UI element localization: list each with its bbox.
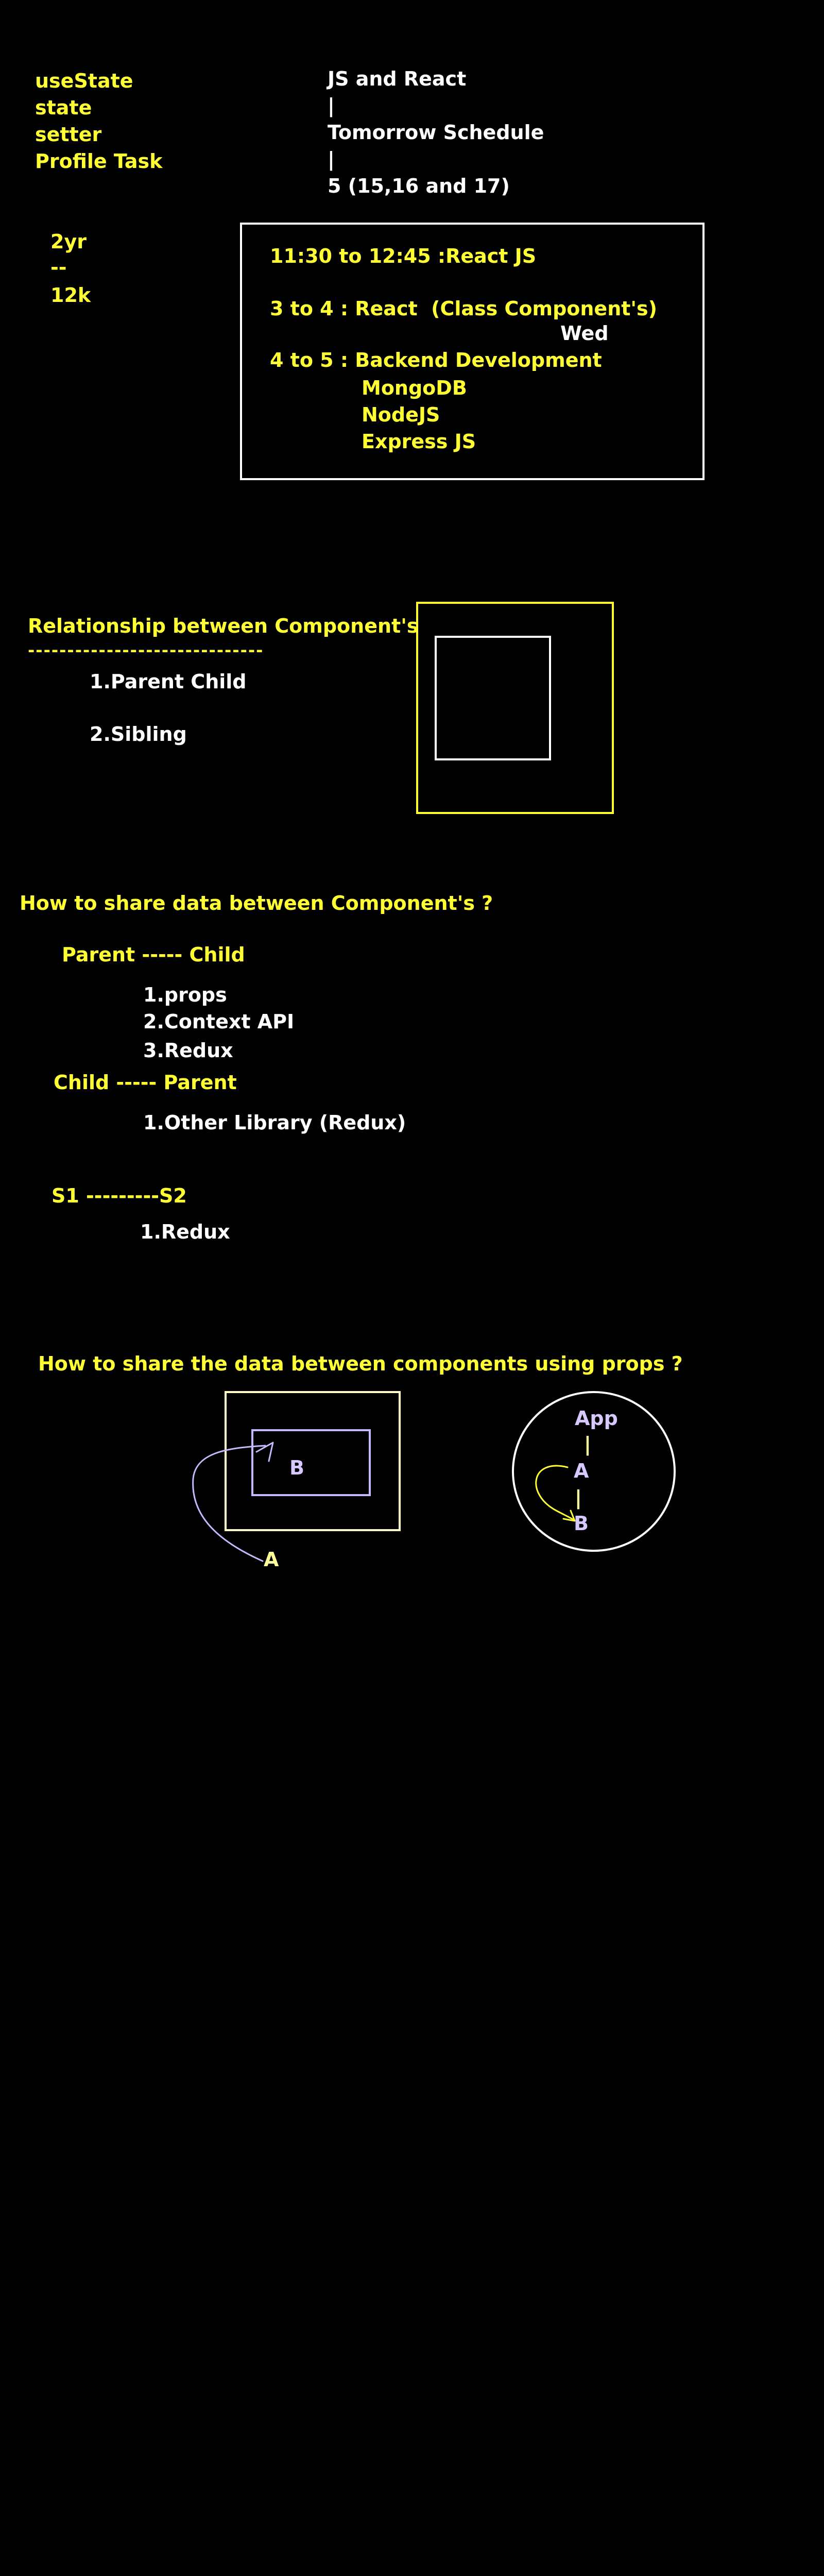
tree-callback-arrow <box>535 1465 575 1521</box>
hand-drawn-annotations <box>192 1442 576 1562</box>
whiteboard-canvas: { "colors": { "background": "#000000", "… <box>0 0 824 2576</box>
props-flow-arrow <box>192 1445 266 1562</box>
